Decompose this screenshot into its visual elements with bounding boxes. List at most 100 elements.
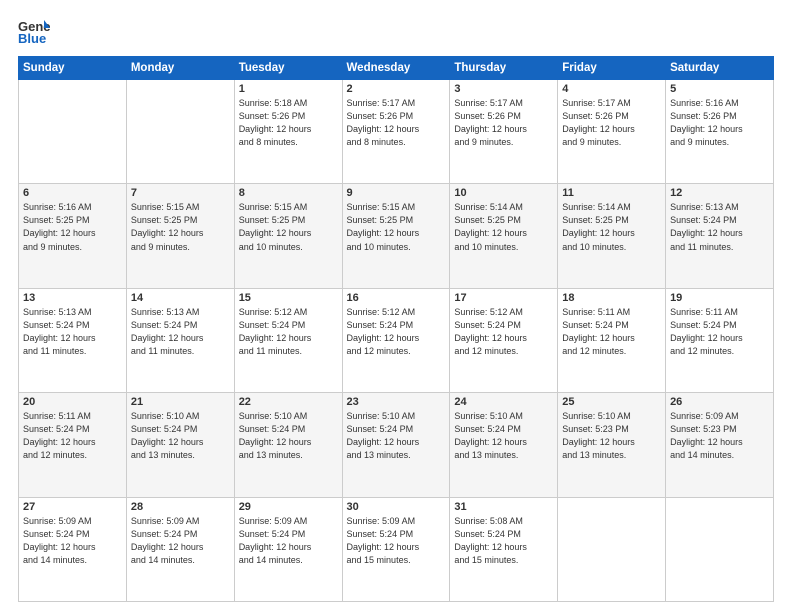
day-number: 4 [562, 83, 661, 95]
day-info: Sunrise: 5:11 AM Sunset: 5:24 PM Dayligh… [670, 306, 769, 358]
day-info: Sunrise: 5:18 AM Sunset: 5:26 PM Dayligh… [239, 97, 338, 149]
day-number: 31 [454, 501, 553, 513]
day-number: 20 [23, 396, 122, 408]
day-cell: 5 Sunrise: 5:16 AM Sunset: 5:26 PM Daylig… [666, 80, 774, 184]
day-cell: 22 Sunrise: 5:10 AM Sunset: 5:24 PM Dayli… [234, 393, 342, 497]
week-row-3: 13Sunrise: 5:13 AM Sunset: 5:24 PM Dayli… [19, 288, 774, 392]
day-info: Sunrise: 5:10 AM Sunset: 5:24 PM Dayligh… [347, 410, 446, 462]
day-info: Sunrise: 5:17 AM Sunset: 5:26 PM Dayligh… [562, 97, 661, 149]
day-cell: 3 Sunrise: 5:17 AM Sunset: 5:26 PM Daylig… [450, 80, 558, 184]
day-number: 23 [347, 396, 446, 408]
day-info: Sunrise: 5:13 AM Sunset: 5:24 PM Dayligh… [670, 201, 769, 253]
day-cell: 24 Sunrise: 5:10 AM Sunset: 5:24 PM Dayli… [450, 393, 558, 497]
day-cell: 26 Sunrise: 5:09 AM Sunset: 5:23 PM Dayli… [666, 393, 774, 497]
day-number: 30 [347, 501, 446, 513]
day-number: 17 [454, 292, 553, 304]
day-cell: 14Sunrise: 5:13 AM Sunset: 5:24 PM Dayli… [126, 288, 234, 392]
day-info: Sunrise: 5:13 AM Sunset: 5:24 PM Dayligh… [23, 306, 122, 358]
week-row-2: 6 Sunrise: 5:16 AM Sunset: 5:25 PM Daylig… [19, 184, 774, 288]
col-header-tuesday: Tuesday [234, 57, 342, 80]
week-row-4: 20Sunrise: 5:11 AM Sunset: 5:24 PM Dayli… [19, 393, 774, 497]
day-info: Sunrise: 5:12 AM Sunset: 5:24 PM Dayligh… [347, 306, 446, 358]
day-number: 12 [670, 187, 769, 199]
day-cell: 17 Sunrise: 5:12 AM Sunset: 5:24 PM Dayli… [450, 288, 558, 392]
day-cell: 6 Sunrise: 5:16 AM Sunset: 5:25 PM Daylig… [19, 184, 127, 288]
day-info: Sunrise: 5:08 AM Sunset: 5:24 PM Dayligh… [454, 515, 553, 567]
week-row-1: 1 Sunrise: 5:18 AM Sunset: 5:26 PM Daylig… [19, 80, 774, 184]
day-number: 1 [239, 83, 338, 95]
day-info: Sunrise: 5:12 AM Sunset: 5:24 PM Dayligh… [239, 306, 338, 358]
page: General Blue SundayMondayTuesdayWednesda… [0, 0, 792, 612]
day-cell: 16 Sunrise: 5:12 AM Sunset: 5:24 PM Dayli… [342, 288, 450, 392]
day-cell [666, 497, 774, 601]
day-cell: 11 Sunrise: 5:14 AM Sunset: 5:25 PM Dayli… [558, 184, 666, 288]
day-number: 29 [239, 501, 338, 513]
day-info: Sunrise: 5:14 AM Sunset: 5:25 PM Dayligh… [454, 201, 553, 253]
col-header-saturday: Saturday [666, 57, 774, 80]
logo: General Blue [18, 18, 50, 46]
day-number: 16 [347, 292, 446, 304]
col-header-thursday: Thursday [450, 57, 558, 80]
day-info: Sunrise: 5:10 AM Sunset: 5:23 PM Dayligh… [562, 410, 661, 462]
day-cell: 19 Sunrise: 5:11 AM Sunset: 5:24 PM Dayli… [666, 288, 774, 392]
day-cell: 2 Sunrise: 5:17 AM Sunset: 5:26 PM Daylig… [342, 80, 450, 184]
day-info: Sunrise: 5:17 AM Sunset: 5:26 PM Dayligh… [454, 97, 553, 149]
col-header-friday: Friday [558, 57, 666, 80]
day-number: 26 [670, 396, 769, 408]
day-cell: 4 Sunrise: 5:17 AM Sunset: 5:26 PM Daylig… [558, 80, 666, 184]
day-number: 28 [131, 501, 230, 513]
day-number: 19 [670, 292, 769, 304]
day-info: Sunrise: 5:16 AM Sunset: 5:25 PM Dayligh… [23, 201, 122, 253]
day-cell: 21 Sunrise: 5:10 AM Sunset: 5:24 PM Dayli… [126, 393, 234, 497]
day-cell: 18Sunrise: 5:11 AM Sunset: 5:24 PM Dayli… [558, 288, 666, 392]
col-header-monday: Monday [126, 57, 234, 80]
day-number: 9 [347, 187, 446, 199]
header-row: SundayMondayTuesdayWednesdayThursdayFrid… [19, 57, 774, 80]
day-number: 22 [239, 396, 338, 408]
day-number: 24 [454, 396, 553, 408]
day-cell: 8 Sunrise: 5:15 AM Sunset: 5:25 PM Daylig… [234, 184, 342, 288]
day-cell: 28 Sunrise: 5:09 AM Sunset: 5:24 PM Dayli… [126, 497, 234, 601]
day-number: 21 [131, 396, 230, 408]
day-cell: 27Sunrise: 5:09 AM Sunset: 5:24 PM Dayli… [19, 497, 127, 601]
day-info: Sunrise: 5:16 AM Sunset: 5:26 PM Dayligh… [670, 97, 769, 149]
day-number: 5 [670, 83, 769, 95]
day-cell [558, 497, 666, 601]
day-number: 25 [562, 396, 661, 408]
day-info: Sunrise: 5:15 AM Sunset: 5:25 PM Dayligh… [239, 201, 338, 253]
day-cell: 31 Sunrise: 5:08 AM Sunset: 5:24 PM Dayli… [450, 497, 558, 601]
day-cell: 30Sunrise: 5:09 AM Sunset: 5:24 PM Dayli… [342, 497, 450, 601]
day-number: 11 [562, 187, 661, 199]
day-number: 7 [131, 187, 230, 199]
day-cell: 23 Sunrise: 5:10 AM Sunset: 5:24 PM Dayli… [342, 393, 450, 497]
day-info: Sunrise: 5:12 AM Sunset: 5:24 PM Dayligh… [454, 306, 553, 358]
col-header-sunday: Sunday [19, 57, 127, 80]
day-cell: 29Sunrise: 5:09 AM Sunset: 5:24 PM Dayli… [234, 497, 342, 601]
day-number: 8 [239, 187, 338, 199]
day-number: 14 [131, 292, 230, 304]
day-cell: 25 Sunrise: 5:10 AM Sunset: 5:23 PM Dayli… [558, 393, 666, 497]
day-info: Sunrise: 5:10 AM Sunset: 5:24 PM Dayligh… [454, 410, 553, 462]
day-info: Sunrise: 5:11 AM Sunset: 5:24 PM Dayligh… [562, 306, 661, 358]
day-info: Sunrise: 5:10 AM Sunset: 5:24 PM Dayligh… [239, 410, 338, 462]
day-cell: 13Sunrise: 5:13 AM Sunset: 5:24 PM Dayli… [19, 288, 127, 392]
day-number: 6 [23, 187, 122, 199]
day-info: Sunrise: 5:09 AM Sunset: 5:24 PM Dayligh… [23, 515, 122, 567]
day-cell: 10Sunrise: 5:14 AM Sunset: 5:25 PM Dayli… [450, 184, 558, 288]
day-cell: 12 Sunrise: 5:13 AM Sunset: 5:24 PM Dayli… [666, 184, 774, 288]
day-info: Sunrise: 5:14 AM Sunset: 5:25 PM Dayligh… [562, 201, 661, 253]
day-info: Sunrise: 5:17 AM Sunset: 5:26 PM Dayligh… [347, 97, 446, 149]
day-number: 3 [454, 83, 553, 95]
day-info: Sunrise: 5:09 AM Sunset: 5:24 PM Dayligh… [131, 515, 230, 567]
svg-text:Blue: Blue [18, 31, 46, 46]
day-cell: 9Sunrise: 5:15 AM Sunset: 5:25 PM Daylig… [342, 184, 450, 288]
day-info: Sunrise: 5:09 AM Sunset: 5:23 PM Dayligh… [670, 410, 769, 462]
logo-icon: General Blue [18, 18, 50, 46]
week-row-5: 27Sunrise: 5:09 AM Sunset: 5:24 PM Dayli… [19, 497, 774, 601]
header: General Blue [18, 18, 774, 46]
day-number: 2 [347, 83, 446, 95]
day-cell: 7Sunrise: 5:15 AM Sunset: 5:25 PM Daylig… [126, 184, 234, 288]
day-cell: 20Sunrise: 5:11 AM Sunset: 5:24 PM Dayli… [19, 393, 127, 497]
day-info: Sunrise: 5:10 AM Sunset: 5:24 PM Dayligh… [131, 410, 230, 462]
col-header-wednesday: Wednesday [342, 57, 450, 80]
